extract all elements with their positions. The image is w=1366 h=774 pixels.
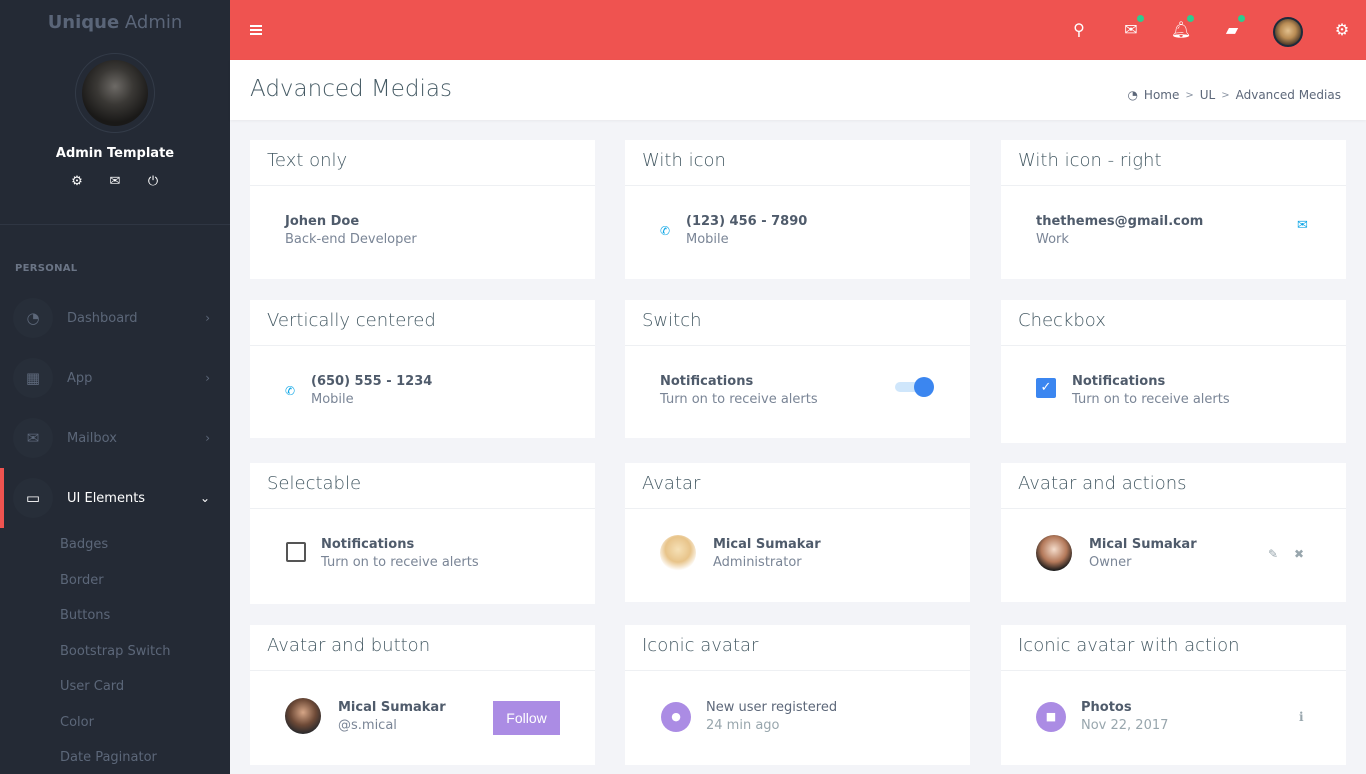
bell-icon[interactable]: 🔔︎ (1170, 15, 1194, 40)
sidebar-subitem-badges[interactable]: Badges (60, 537, 108, 552)
avatar (1036, 535, 1072, 571)
breadcrumb-ul[interactable]: UL (1200, 88, 1215, 102)
card-title: Iconic avatar (625, 625, 970, 671)
chevron-right-icon: › (205, 311, 210, 325)
page-title: Advanced Medias (250, 76, 452, 102)
card-title: With icon - right (1001, 140, 1346, 186)
media-item: Mical Sumakar Owner (1036, 535, 1197, 571)
phone-icon: ✆ (660, 223, 671, 238)
card-title: Switch (625, 300, 970, 346)
media-item: Johen Doe Back-end Developer (285, 214, 417, 247)
avatar (285, 698, 321, 734)
mail-icon[interactable]: ✉ (108, 174, 122, 189)
card-title: Avatar and actions (1001, 463, 1346, 509)
card-title: Text only (250, 140, 595, 186)
profile-avatar[interactable] (75, 53, 155, 133)
card-checkbox: Checkbox ✓ Notifications Turn on to recei… (1001, 300, 1346, 443)
brand-logo[interactable]: Unique Admin (0, 12, 230, 33)
card-with-icon-right: With icon - right thethemes@gmail.com Wor… (1001, 140, 1346, 279)
chevron-right-icon: › (205, 371, 210, 385)
card-iconic-avatar: Iconic avatar ● New user registered 24 mi… (625, 625, 970, 765)
chevron-right-icon: > (1221, 89, 1230, 101)
notification-dot (1137, 15, 1144, 22)
breadcrumb: ◔ Home > UL > Advanced Medias (1127, 88, 1341, 102)
mail-icon: ✉ (13, 418, 53, 458)
sidebar-subitem-buttons[interactable]: Buttons (60, 608, 110, 623)
card-title: With icon (625, 140, 970, 186)
edit-icon[interactable]: ✎ (1268, 547, 1278, 561)
gear-icon[interactable]: ⚙ (70, 174, 84, 189)
sidebar-subitem-color[interactable]: Color (60, 715, 94, 730)
dashboard-icon: ◔ (1127, 88, 1138, 102)
mail-icon[interactable]: ✉ (1297, 218, 1308, 233)
chevron-right-icon: › (205, 431, 210, 445)
gear-icon[interactable]: ⚙ (1331, 18, 1353, 40)
sidebar-subitem-border[interactable]: Border (60, 573, 104, 588)
page-header: Advanced Medias ◔ Home > UL > Advanced M… (230, 60, 1366, 120)
card-avatar-actions: Avatar and actions Mical Sumakar Owner ✎ … (1001, 463, 1346, 602)
media-item: Mical Sumakar @s.mical (285, 698, 446, 734)
divider (0, 224, 230, 225)
sidebar-item-dashboard[interactable]: ◔ Dashboard › (0, 288, 230, 348)
chevron-right-icon: > (1185, 89, 1194, 101)
topbar (230, 0, 1366, 60)
media-item: Notifications Turn on to receive alerts (321, 537, 479, 570)
dashboard-icon: ◔ (13, 298, 53, 338)
search-icon[interactable]: ⚲ (1068, 18, 1090, 40)
breadcrumb-current: Advanced Medias (1235, 88, 1341, 102)
user-icon: ● (661, 701, 691, 732)
breadcrumb-home[interactable]: Home (1144, 88, 1179, 102)
user-avatar[interactable] (1273, 17, 1303, 47)
sidebar-item-ui-elements[interactable]: ▭ UI Elements ⌄ (0, 468, 230, 528)
follow-button[interactable]: Follow (493, 701, 560, 735)
media-item: ✆ (650) 555 - 1234 Mobile (285, 374, 433, 407)
card-title: Vertically centered (250, 300, 595, 346)
menu-toggle-icon[interactable] (250, 25, 262, 35)
card-title: Checkbox (1001, 300, 1346, 346)
chat-icon[interactable]: ▰ (1221, 15, 1245, 40)
card-text-only: Text only Johen Doe Back-end Developer (250, 140, 595, 279)
sidebar-item-app[interactable]: ▦ App › (0, 348, 230, 408)
notification-dot (1238, 15, 1245, 22)
card-switch: Switch Notifications Turn on to receive a… (625, 300, 970, 438)
media-item: Mical Sumakar Administrator (660, 535, 821, 571)
close-icon[interactable]: ✖ (1294, 547, 1304, 561)
card-title: Avatar (625, 463, 970, 509)
notifications-switch[interactable] (895, 377, 935, 397)
media-item: ● New user registered 24 min ago (661, 700, 837, 733)
notifications-checkbox[interactable] (286, 542, 306, 562)
sidebar-section-personal: PERSONAL (15, 263, 78, 274)
media-item: Notifications Turn on to receive alerts (660, 374, 818, 407)
sidebar-subitem-user-card[interactable]: User Card (60, 679, 124, 694)
media-item: ■ Photos Nov 22, 2017 (1036, 700, 1168, 733)
sidebar-item-mailbox[interactable]: ✉ Mailbox › (0, 408, 230, 468)
card-iconic-avatar-action: Iconic avatar with action ■ Photos Nov 22… (1001, 625, 1346, 765)
media-item: Notifications Turn on to receive alerts (1072, 374, 1230, 407)
notification-dot (1187, 15, 1194, 22)
card-with-icon: With icon ✆ (123) 456 - 7890 Mobile (625, 140, 970, 279)
notifications-checkbox[interactable]: ✓ (1036, 378, 1056, 398)
media-item: thethemes@gmail.com Work (1036, 214, 1204, 247)
card-title: Selectable (250, 463, 595, 509)
laptop-icon: ▭ (13, 478, 53, 518)
phone-icon: ✆ (285, 383, 296, 398)
power-icon[interactable]: ⏻ (146, 174, 160, 189)
profile-name: Admin Template (55, 146, 175, 161)
mail-icon[interactable]: ✉ (1120, 15, 1144, 40)
card-vertically-centered: Vertically centered ✆ (650) 555 - 1234 Mo… (250, 300, 595, 438)
chevron-down-icon: ⌄ (199, 491, 210, 505)
card-selectable: Selectable Notifications Turn on to recei… (250, 463, 595, 604)
folder-icon: ■ (1036, 701, 1066, 732)
info-icon[interactable]: i (1299, 710, 1304, 724)
card-title: Iconic avatar with action (1001, 625, 1346, 671)
card-title: Avatar and button (250, 625, 595, 671)
sidebar-subitem-bootstrap-switch[interactable]: Bootstrap Switch (60, 644, 170, 659)
sidebar: Unique Admin Admin Template ⚙ ✉ ⏻ PERSON… (0, 0, 230, 774)
card-avatar-button: Avatar and button Mical Sumakar @s.mical … (250, 625, 595, 765)
media-item: ✆ (123) 456 - 7890 Mobile (660, 214, 808, 247)
card-avatar: Avatar Mical Sumakar Administrator (625, 463, 970, 602)
sidebar-subitem-date-paginator[interactable]: Date Paginator (60, 750, 157, 765)
avatar (660, 535, 696, 571)
grid-icon: ▦ (13, 358, 53, 398)
